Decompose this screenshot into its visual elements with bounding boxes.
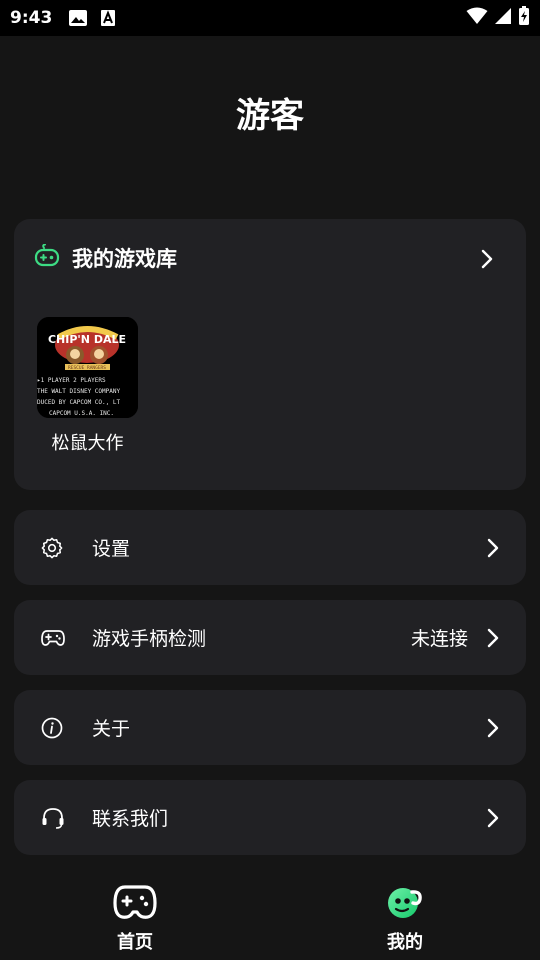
chevron-right-icon[interactable] — [480, 249, 494, 273]
chevron-right-icon — [486, 628, 500, 648]
game-library-card[interactable]: 我的游戏库 CHIP'N DALE RESCUE RANGERS ▸1 PLAY… — [14, 219, 526, 490]
svg-text:CHIP'N DALE: CHIP'N DALE — [48, 333, 126, 346]
game-title[interactable]: 松鼠大作 — [37, 429, 138, 455]
status-time: 9:43 — [10, 8, 53, 28]
menu-item-gamepad-test[interactable]: 游戏手柄检测 未连接 — [14, 600, 526, 675]
game-library-header: 我的游戏库 — [34, 243, 177, 273]
cover-text-line: DUCED BY CAPCOM CO., LT — [37, 399, 121, 406]
signal-icon — [494, 7, 512, 29]
wifi-icon — [466, 7, 488, 29]
menu-item-about[interactable]: 关于 — [14, 690, 526, 765]
bottom-nav: 首页 我的 — [0, 880, 540, 960]
status-bar: 9:43 — [0, 0, 540, 36]
cover-text-line: CAPCOM U.S.A. INC. — [49, 410, 115, 417]
connection-status: 未连接 — [410, 628, 468, 650]
menu-item-label: 关于 — [92, 718, 131, 740]
nav-tab-me[interactable]: 我的 — [270, 880, 540, 954]
battery-icon — [518, 6, 530, 30]
page-title: 游客 — [236, 96, 304, 136]
menu-item-label: 设置 — [92, 538, 131, 560]
menu-item-settings[interactable]: 设置 — [14, 510, 526, 585]
controller-icon — [34, 243, 60, 272]
gear-icon — [41, 537, 63, 559]
game-library-title: 我的游戏库 — [72, 247, 177, 271]
menu-item-contact-us[interactable]: 联系我们 — [14, 780, 526, 855]
game-cover[interactable]: CHIP'N DALE RESCUE RANGERS ▸1 PLAYER 2 P… — [37, 317, 138, 418]
game-controller-icon — [112, 880, 158, 926]
mascot-icon — [382, 880, 428, 926]
nav-tab-home[interactable]: 首页 — [0, 880, 270, 954]
menu-item-label: 游戏手柄检测 — [92, 628, 207, 650]
image-notification-icon — [68, 9, 88, 27]
headset-icon — [41, 807, 65, 829]
nav-label: 首页 — [117, 932, 153, 953]
cover-text-line: THE WALT DISNEY COMPANY — [37, 388, 121, 395]
menu-item-label: 联系我们 — [92, 808, 169, 830]
svg-text:RESCUE RANGERS: RESCUE RANGERS — [68, 365, 106, 371]
gamepad-icon — [41, 629, 65, 647]
chevron-right-icon — [486, 718, 500, 738]
cover-text-line: ▸1 PLAYER 2 PLAYERS — [37, 377, 106, 384]
text-notification-icon — [100, 9, 116, 27]
chevron-right-icon — [486, 538, 500, 558]
nav-label: 我的 — [387, 932, 423, 953]
chevron-right-icon — [486, 808, 500, 828]
info-icon — [41, 717, 63, 739]
